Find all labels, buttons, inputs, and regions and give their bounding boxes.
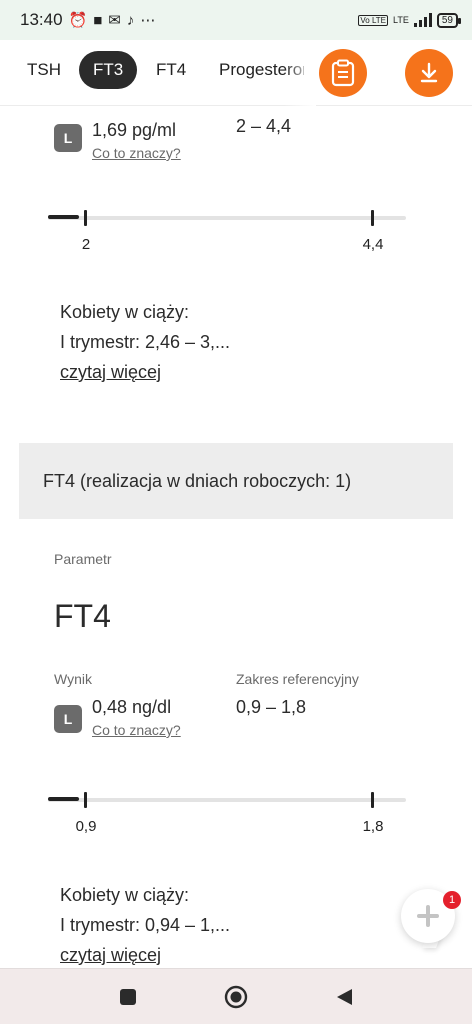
back-button[interactable]: [332, 985, 356, 1009]
ft4-explain-link[interactable]: Co to znaczy?: [92, 722, 181, 738]
ft4-value-marker: [48, 797, 79, 801]
ft3-max-label: 4,4: [362, 236, 384, 253]
tabs-bar: TSH FT3 FT4 Progesteron: [0, 40, 472, 106]
alarm-icon: ⏰: [68, 11, 88, 29]
ft4-pregnancy-note: Kobiety w ciąży: I trymestr: 0,94 – 1,..…: [60, 880, 230, 970]
ft4-scale-track: [48, 797, 406, 802]
mail-icon: ✉: [108, 11, 121, 29]
ft3-note-line1: Kobiety w ciąży:: [60, 302, 190, 322]
ft4-range: 0,9 – 1,8: [236, 697, 307, 717]
download-button[interactable]: [405, 49, 453, 97]
recent-apps-icon: [120, 989, 136, 1005]
home-icon: [224, 985, 248, 1009]
ft4-section-header: FT4 (realizacja w dniach roboczych: 1): [19, 443, 453, 519]
volte-label: Vo LTE: [358, 14, 389, 26]
ft4-note-line2: I trymestr: 0,94 – 1,...: [60, 915, 231, 935]
chat-notification-badge: 1: [443, 891, 461, 909]
ft4-result-row: L 0,48 ng/dl Co to znaczy?: [54, 697, 181, 738]
navigation-bar: [0, 968, 472, 1024]
tab-ft4[interactable]: FT4: [156, 51, 186, 89]
square-notification-icon: ■: [93, 11, 103, 29]
tiktok-icon: ♪: [126, 11, 135, 29]
ft3-low-badge: L: [54, 124, 82, 152]
ft4-min-tick: [84, 792, 87, 808]
download-icon: [420, 62, 438, 83]
recent-apps-button[interactable]: [116, 985, 140, 1009]
clipboard-button[interactable]: [319, 49, 367, 97]
ft3-max-tick: [371, 210, 374, 226]
ft3-read-more-link[interactable]: czytaj więcej: [60, 357, 230, 387]
tabs-fade: [284, 40, 316, 106]
ft3-result-value: 1,69 pg/ml: [92, 120, 177, 140]
ft4-range-label: Zakres referencyjny: [236, 671, 359, 687]
tab-ft3[interactable]: FT3: [79, 51, 138, 89]
ft4-read-more-link[interactable]: czytaj więcej: [60, 940, 230, 970]
ft3-result-row: L 1,69 pg/ml Co to znaczy?: [54, 120, 181, 161]
ft3-result: 1,69 pg/ml Co to znaczy?: [92, 120, 181, 161]
ft3-note-line2: I trymestr: 2,46 – 3,...: [60, 332, 231, 352]
battery-level: 59: [441, 14, 453, 26]
ft4-section-title: FT4 (realizacja w dniach roboczych: 1): [43, 470, 352, 491]
ft4-param-name: FT4: [54, 598, 111, 634]
ft4-note-line1: Kobiety w ciąży:: [60, 885, 190, 905]
ft3-min-label: 2: [81, 236, 91, 253]
tab-tsh[interactable]: TSH: [27, 51, 61, 89]
ft4-min-label: 0,9: [75, 818, 97, 835]
ft4-result: 0,48 ng/dl Co to znaczy?: [92, 697, 181, 738]
ft4-low-badge: L: [54, 705, 82, 733]
ft3-range: 2 – 4,4: [236, 116, 292, 136]
home-button[interactable]: [224, 985, 248, 1009]
signal-icon: [413, 13, 432, 27]
chat-plus-icon: [417, 905, 439, 927]
ft4-param-label: Parametr: [54, 551, 112, 567]
battery-icon: 59: [436, 12, 462, 28]
ft3-min-tick: [84, 210, 87, 226]
ft4-result-value: 0,48 ng/dl: [92, 697, 172, 717]
ft4-result-label: Wynik: [54, 671, 92, 687]
ft3-scale-track: [48, 215, 406, 220]
ft3-pregnancy-note: Kobiety w ciąży: I trymestr: 2,46 – 3,..…: [60, 297, 230, 387]
ft4-max-label: 1,8: [362, 818, 384, 835]
network-label: LTE: [393, 15, 409, 25]
more-dots-icon: ⋯: [140, 11, 156, 29]
status-time: 13:40: [20, 10, 63, 29]
clipboard-icon: [331, 59, 355, 87]
ft4-max-tick: [371, 792, 374, 808]
back-icon: [337, 989, 352, 1005]
status-bar: 13:40 ⏰ ■ ✉ ♪ ⋯ Vo LTE LTE 59: [0, 0, 472, 40]
ft3-value-marker: [48, 215, 79, 219]
ft3-explain-link[interactable]: Co to znaczy?: [92, 145, 181, 161]
status-right: Vo LTE LTE 59: [358, 12, 462, 28]
